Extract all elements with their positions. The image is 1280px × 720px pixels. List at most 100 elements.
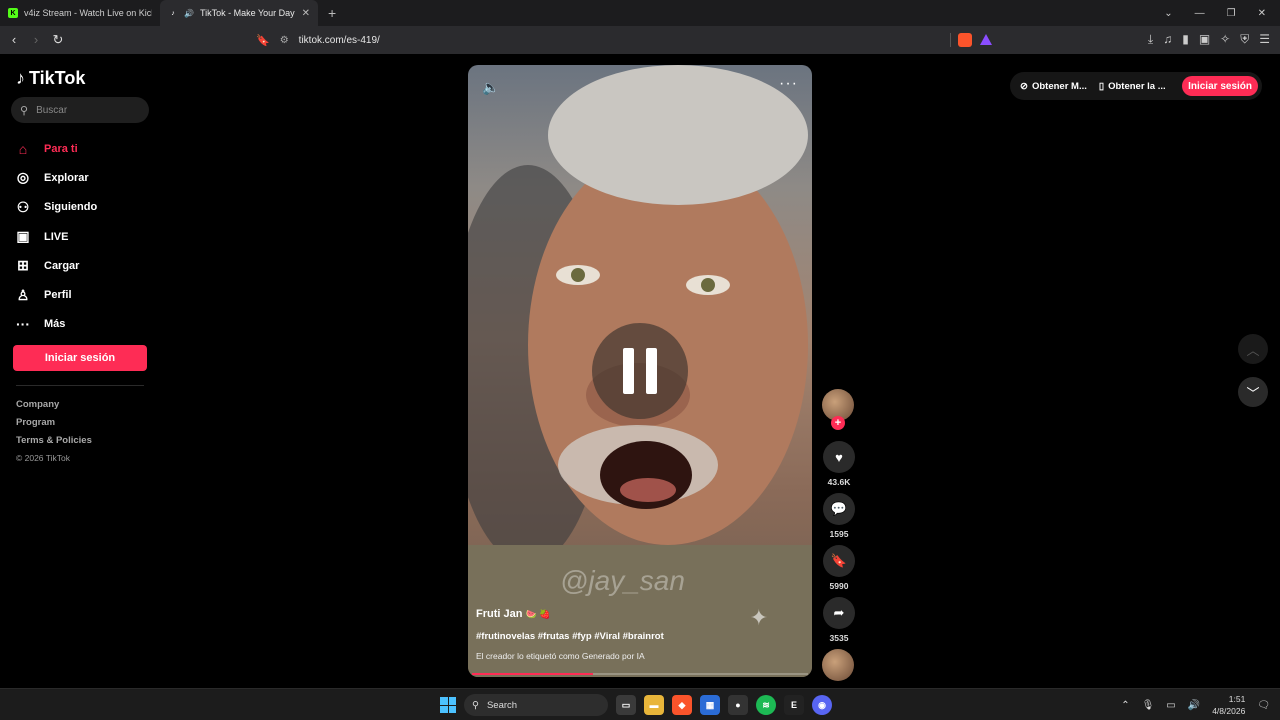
more-options-icon[interactable]: ··· <box>779 75 798 93</box>
upload-icon: ⊞ <box>17 257 29 274</box>
video-progress-bar[interactable] <box>472 673 808 675</box>
bookmark-icon[interactable]: 🔖 <box>256 34 270 47</box>
video-author[interactable]: Fruti Jan 🍉 🍓 <box>476 608 550 620</box>
speaker-icon[interactable]: 🔊 <box>1188 700 1200 711</box>
close-window-icon[interactable]: ✕ <box>1258 8 1266 19</box>
chevron-down-icon[interactable]: ⌄ <box>1164 8 1172 19</box>
task-view-icon[interactable]: ▭ <box>616 695 636 715</box>
pause-button[interactable] <box>592 323 688 419</box>
search-box[interactable]: ⚲ <box>11 97 149 123</box>
file-explorer-icon[interactable]: ▬ <box>644 695 664 715</box>
tab-tiktok[interactable]: ♪ 🔊 TikTok - Make Your Day ✕ <box>160 0 318 26</box>
speaker-icon[interactable]: 🔊 <box>184 9 194 18</box>
site-info-icon[interactable]: ⚙ <box>280 35 289 46</box>
windows-taskbar: ⚲ Search ▭ ▬ ◆ ▦ ● ≋ E ◉ ⌃ 🎙 ▭ 🔊 1:51 4/… <box>0 688 1280 720</box>
sidebar-item-para-ti[interactable]: ⌂ Para ti <box>14 134 97 163</box>
sidebar-item-label: Para ti <box>44 142 78 155</box>
address-bar: ‹ › ↻ 🔖 ⚙ tiktok.com/es-419/ ⤓ ♫ ▮ ▣ ✧ ⛨… <box>0 26 1280 54</box>
windows-start-icon[interactable] <box>440 697 456 713</box>
pause-bar <box>646 348 657 394</box>
share-count: 3535 <box>829 633 849 643</box>
notification-icon[interactable]: 🗨 <box>1257 700 1270 711</box>
tab-label: TikTok - Make Your Day <box>199 8 295 18</box>
comment-icon[interactable]: 💬 <box>823 493 855 525</box>
video-player[interactable]: 🔈 ··· @jay_san ✦ Fruti Jan 🍉 🍓 #frutinov… <box>468 65 812 677</box>
close-tab-icon[interactable]: ✕ <box>302 8 310 19</box>
browser-toolbar: ⤓ ♫ ▮ ▣ ✧ ⛨ ☰ <box>1148 32 1270 47</box>
comment-action[interactable]: 💬 1595 <box>822 493 856 539</box>
sidebar-item-label: Más <box>44 318 66 331</box>
new-tab-button[interactable]: + <box>328 5 336 21</box>
brave-icon[interactable]: ◆ <box>672 695 692 715</box>
url-text[interactable]: tiktok.com/es-419/ <box>299 35 380 46</box>
store-icon[interactable]: ▦ <box>700 695 720 715</box>
epic-games-icon[interactable]: E <box>784 695 804 715</box>
spotify-icon[interactable]: ≋ <box>756 695 776 715</box>
get-app-button[interactable]: ▯ Obtener la ... <box>1099 81 1166 92</box>
share-action[interactable]: ➦ 3535 <box>822 597 856 643</box>
tab-kick[interactable]: K v4iz Stream - Watch Live on Kick <box>0 0 160 26</box>
home-icon: ⌂ <box>18 140 28 157</box>
discord-icon[interactable]: ◉ <box>812 695 832 715</box>
heart-icon[interactable]: ♥ <box>823 441 855 473</box>
footer-link-program[interactable]: Program <box>16 417 92 435</box>
search-input[interactable] <box>36 104 137 116</box>
reload-icon[interactable]: ↻ <box>48 32 68 48</box>
kick-icon: K <box>8 8 18 18</box>
volume-icon[interactable]: 🔈 <box>482 79 499 96</box>
login-button-top[interactable]: Iniciar sesión <box>1182 76 1258 96</box>
video-hashtags[interactable]: #frutinovelas #frutas #fyp #Viral #brain… <box>476 631 664 642</box>
follow-plus-icon[interactable]: + <box>831 416 845 430</box>
forward-icon[interactable]: › <box>26 32 46 48</box>
sidebar-icon[interactable]: ▮ <box>1182 32 1189 47</box>
sidebar-item-label: Perfil <box>44 289 72 302</box>
sidebar-footer: Company Program Terms & Policies © 2026 … <box>16 399 92 471</box>
creator-avatar[interactable]: + <box>822 389 854 430</box>
next-video-button[interactable]: ﹀ <box>1238 377 1268 407</box>
music-disc[interactable] <box>822 649 856 681</box>
chevron-up-icon[interactable]: ⌃ <box>1121 700 1129 711</box>
url-field[interactable]: 🔖 ⚙ tiktok.com/es-419/ <box>256 30 998 50</box>
save-count: 5990 <box>829 581 849 591</box>
tab-label: v4iz Stream - Watch Live on Kick <box>24 8 152 18</box>
music-disc-avatar[interactable] <box>822 649 854 681</box>
microphone-icon[interactable]: 🎙 <box>1142 700 1155 711</box>
sidebar-item-mas[interactable]: ··· Más <box>14 310 97 339</box>
menu-icon[interactable]: ☰ <box>1259 32 1270 47</box>
leo-icon[interactable]: ✧ <box>1220 32 1230 47</box>
bookmark-icon[interactable]: 🔖 <box>823 545 855 577</box>
window-controls: ⌄ — ❐ ✕ <box>1164 0 1280 26</box>
sidebar-item-siguiendo[interactable]: ⚇ Siguiendo <box>14 193 97 222</box>
restore-icon[interactable]: ❐ <box>1227 8 1236 19</box>
sidebar-item-label: Explorar <box>44 171 89 184</box>
sidebar-item-live[interactable]: ▣ LIVE <box>14 222 97 251</box>
footer-link-terms[interactable]: Terms & Policies <box>16 435 92 453</box>
previous-video-button[interactable]: ︿ <box>1238 334 1268 364</box>
sidebar-nav: ⌂ Para ti ◎ Explorar ⚇ Siguiendo ▣ LIVE … <box>14 134 97 339</box>
login-button[interactable]: Iniciar sesión <box>13 345 147 371</box>
wallet-icon[interactable]: ▣ <box>1199 32 1210 47</box>
back-icon[interactable]: ‹ <box>4 32 24 48</box>
sidebar-item-perfil[interactable]: ♙ Perfil <box>14 280 97 309</box>
brave-rewards-icon[interactable] <box>980 34 992 45</box>
github-icon[interactable]: ● <box>728 695 748 715</box>
footer-link-company[interactable]: Company <box>16 399 92 417</box>
share-icon[interactable]: ➦ <box>823 597 855 629</box>
minimize-icon[interactable]: — <box>1195 8 1205 19</box>
divider <box>950 33 951 47</box>
brave-shield-icon[interactable] <box>958 33 972 47</box>
tiktok-logo[interactable]: ♪ TikTok <box>16 68 85 89</box>
download-icon[interactable]: ⤓ <box>1148 32 1153 47</box>
get-coins-button[interactable]: ⊘ Obtener M... <box>1020 81 1087 92</box>
sidebar-item-explorar[interactable]: ◎ Explorar <box>14 163 97 192</box>
save-action[interactable]: 🔖 5990 <box>822 545 856 591</box>
sparkle-icon: ✦ <box>749 605 768 630</box>
sidebar-item-cargar[interactable]: ⊞ Cargar <box>14 251 97 280</box>
network-icon[interactable]: ▭ <box>1166 700 1175 711</box>
like-action[interactable]: ♥ 43.6K <box>822 441 856 487</box>
pause-bar <box>623 348 634 394</box>
taskbar-search[interactable]: ⚲ Search <box>464 694 608 716</box>
media-icon[interactable]: ♫ <box>1163 32 1172 47</box>
clock[interactable]: 1:51 4/8/2026 <box>1212 693 1245 717</box>
vpn-icon[interactable]: ⛨ <box>1240 32 1249 47</box>
